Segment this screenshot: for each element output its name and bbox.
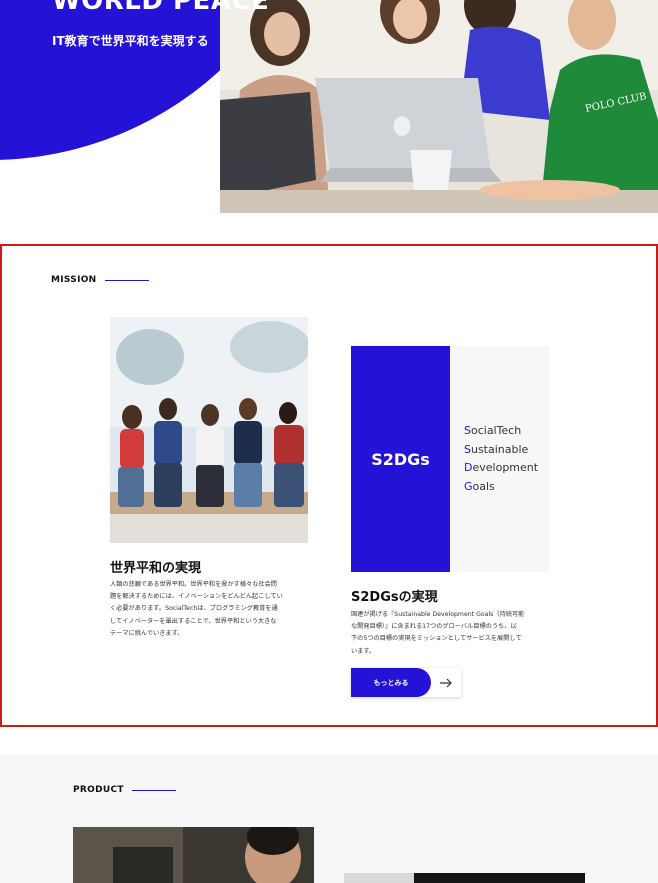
- mission-right-heading: S2DGsの実現: [351, 590, 438, 605]
- s2dgs-card-legend: SocialTech Sustainable Development Goals: [450, 346, 549, 572]
- body-line: 題を解決するためには、イノベーションをどんどん起こしてい: [110, 593, 283, 601]
- hero-photo: POLO CLUB: [220, 0, 658, 213]
- s2dgs-legend-line: Sustainable: [464, 442, 529, 456]
- mission-eyebrow-label: MISSION: [51, 275, 97, 285]
- product-section: PRODUCT: [0, 755, 658, 883]
- more-button[interactable]: もっとみる: [351, 668, 461, 697]
- eyebrow-divider: [131, 789, 176, 791]
- hero-subtitle: IT教育で世界平和を実現する: [52, 34, 209, 48]
- mission-section: MISSION 世界平和の実現 人類の悲願である世界平和。世界平和を脅かす様々な…: [0, 244, 658, 727]
- body-line: います。: [351, 647, 376, 655]
- team-photo: [110, 317, 308, 543]
- s2dgs-card-title: S2DGs: [351, 346, 450, 572]
- product-eyebrow-label: PRODUCT: [73, 785, 124, 795]
- product-photo: [73, 827, 314, 883]
- more-button-label: もっとみる: [351, 668, 431, 697]
- s2dgs-legend-line: SocialTech: [464, 424, 522, 437]
- s2dgs-legend-line: Development: [464, 461, 539, 474]
- mission-left-heading: 世界平和の実現: [110, 561, 202, 576]
- eyebrow-divider: [104, 279, 149, 281]
- mission-right-body: 国連が掲げる『Sustainable Development Goals（持続可…: [351, 609, 524, 658]
- body-line: く必要があります。SocialTechは、プログラミング教育を通: [110, 605, 278, 613]
- body-line: テーマに挑んでいきます。: [110, 629, 184, 637]
- mission-left-body: 人類の悲願である世界平和。世界平和を脅かす様々な社会問 題を解決するためには、イ…: [110, 579, 283, 640]
- hero-section: POLO CLUB WORLD PEACE IT教育で世界平和を実現する: [0, 0, 658, 215]
- body-line: してイノベーターを輩出することで、世界平和という大きな: [110, 617, 277, 625]
- s2dgs-card: S2DGs SocialTech Sustainable Development…: [351, 346, 549, 572]
- body-line: 下の5つの目標の実現をミッションとしてサービスを展開して: [351, 635, 522, 643]
- body-line: な開発目標）』に含まれる17つのグローバル目標のうち、以: [351, 623, 517, 631]
- s2dgs-legend-line: Goals: [464, 479, 495, 493]
- hero-title: WORLD PEACE: [52, 0, 270, 16]
- arrow-right-icon: [431, 668, 461, 697]
- product-eyebrow: PRODUCT: [73, 785, 176, 795]
- body-line: 人類の悲願である世界平和。世界平和を脅かす様々な社会問: [110, 581, 277, 588]
- product-photo: [344, 873, 585, 883]
- body-line: 国連が掲げる『Sustainable Development Goals（持続可…: [351, 611, 525, 618]
- mission-eyebrow: MISSION: [51, 275, 149, 285]
